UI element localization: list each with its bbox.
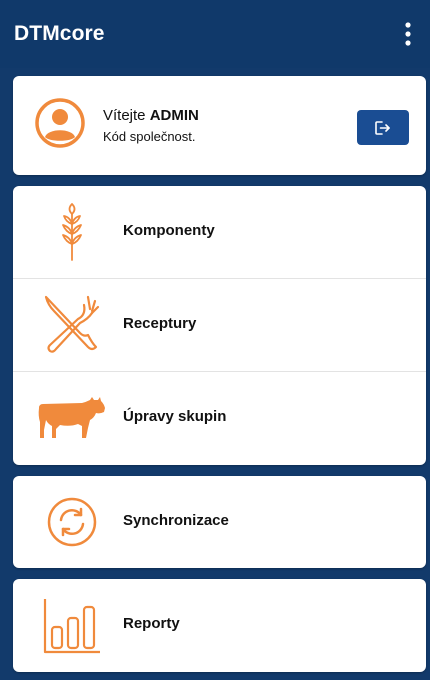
logout-icon <box>375 120 390 135</box>
bar-chart-icon <box>43 599 100 654</box>
menu-item-group-edits[interactable]: Úpravy skupin <box>13 372 426 464</box>
welcome-prefix: Vítejte <box>103 107 146 124</box>
app-title: DTMcore <box>14 22 105 45</box>
recipes-icon-wrap <box>38 291 106 355</box>
company-code: Kód společnost. <box>103 129 196 144</box>
wheat-icon <box>62 203 82 261</box>
more-menu-button[interactable] <box>396 19 420 49</box>
menu-label-sync: Synchronizace <box>123 512 229 529</box>
sync-icon <box>47 497 97 547</box>
cow-icon <box>38 397 105 438</box>
menu-label-recipes: Receptury <box>123 315 197 332</box>
more-vert-icon <box>405 22 411 46</box>
logout-button[interactable] <box>357 110 409 145</box>
menu-item-components[interactable]: Komponenty <box>13 186 426 278</box>
user-card: Vítejte ADMIN Kód společnost. <box>13 76 426 175</box>
menu-label-reports: Reporty <box>123 615 180 632</box>
user-avatar-icon <box>35 98 85 148</box>
username: ADMIN <box>149 107 199 124</box>
menu-label-components: Komponenty <box>123 222 215 239</box>
main-menu-card: Komponenty Receptury Úpravy skupin <box>13 186 426 465</box>
sync-card: Synchronizace <box>13 476 426 568</box>
menu-item-recipes[interactable]: Receptury <box>13 279 426 371</box>
menu-item-reports[interactable]: Reporty <box>13 579 426 671</box>
reports-icon-wrap <box>38 593 106 657</box>
app-bar: DTMcore <box>0 0 430 68</box>
sync-icon-wrap <box>38 490 106 554</box>
menu-label-group-edits: Úpravy skupin <box>123 408 227 425</box>
components-icon-wrap <box>38 200 106 264</box>
utensils-icon <box>44 295 100 353</box>
reports-card: Reporty <box>13 579 426 672</box>
group-edits-icon-wrap <box>38 386 106 450</box>
menu-item-sync[interactable]: Synchronizace <box>13 476 426 568</box>
welcome-text: Vítejte ADMIN <box>103 107 199 124</box>
